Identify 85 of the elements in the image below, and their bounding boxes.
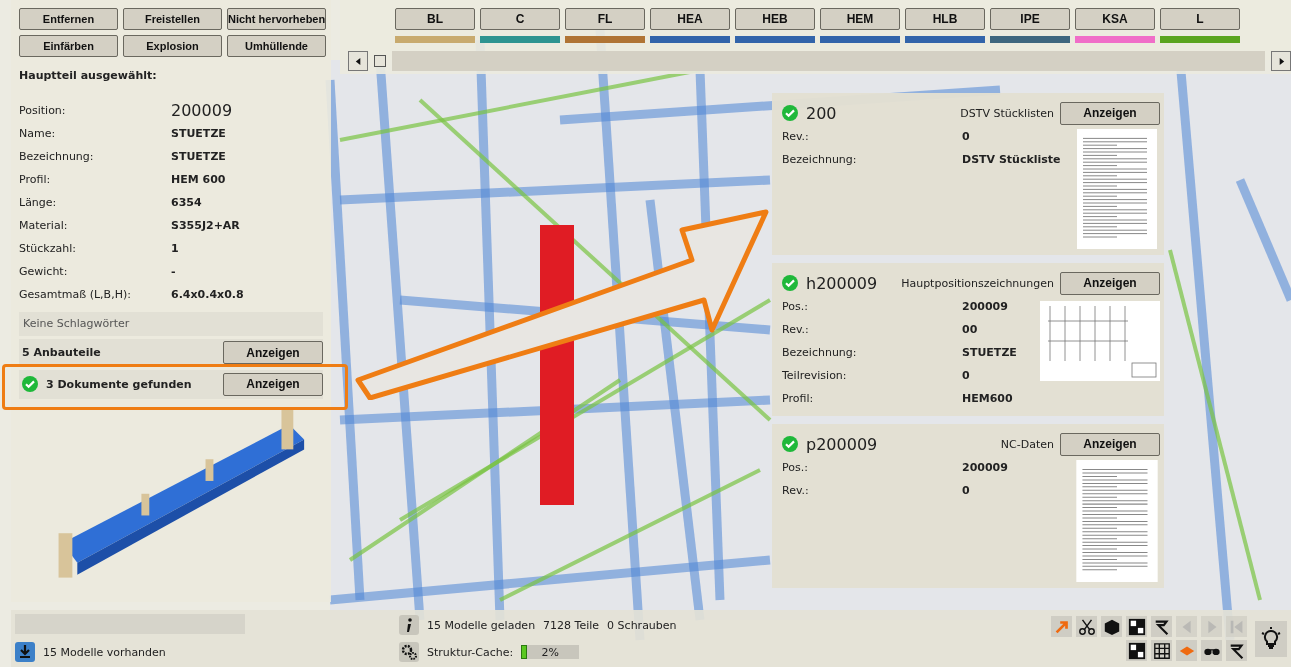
action-button[interactable]: Nicht hervorheben: [227, 8, 326, 30]
field-value: HEM 600: [171, 172, 226, 186]
summary-text: 3 Dokumente gefunden: [46, 377, 193, 391]
profile-button[interactable]: HEB: [735, 8, 815, 30]
field-label: Gesamtmaß (L,B,H):: [19, 287, 132, 301]
field-value: DSTV Stückliste: [962, 153, 1061, 166]
field-label: Position:: [19, 103, 67, 117]
bolts-count-text: 0 Schrauben: [607, 618, 677, 632]
action-button[interactable]: Einfärben: [19, 35, 118, 57]
field-value: STUETZE: [962, 346, 1017, 359]
document-title: 200: [806, 103, 838, 123]
models-available-text: 15 Modelle vorhanden: [43, 645, 166, 659]
profile-button[interactable]: HEM: [820, 8, 900, 30]
field-value: 00: [962, 323, 978, 336]
models-loaded-text: 15 Modelle geladen: [427, 618, 536, 632]
selection-heading: Hauptteil ausgewählt:: [18, 68, 158, 84]
action-button[interactable]: Entfernen: [19, 8, 118, 30]
left-arrow-icon: [353, 56, 363, 66]
summary-text: 5 Anbauteile: [22, 346, 102, 360]
field-label: Gewicht:: [19, 264, 69, 278]
scroll-thumb[interactable]: [374, 55, 386, 67]
scroll-left-button[interactable]: [348, 51, 368, 71]
field-value: 1: [171, 241, 179, 255]
field-value: 6.4x0.4x0.8: [171, 287, 244, 301]
scroll-right-button[interactable]: [1271, 51, 1291, 71]
field-label: Rev.:: [782, 323, 810, 336]
profile-button[interactable]: KSA: [1075, 8, 1155, 30]
field-value: 0: [962, 484, 970, 497]
field-value: 200009: [171, 100, 233, 120]
field-value: -: [171, 264, 176, 278]
document-title: h200009: [806, 273, 879, 293]
keywords-bar: Keine Schlagwörter: [19, 311, 323, 336]
show-button[interactable]: Anzeigen: [1060, 101, 1160, 125]
field-value: 0: [962, 130, 970, 143]
field-value: STUETZE: [171, 149, 226, 163]
action-button[interactable]: Umhüllende: [227, 35, 326, 57]
field-label: Rev.:: [782, 130, 810, 143]
lightbulb-icon[interactable]: [1255, 620, 1287, 657]
field-value: 6354: [171, 195, 202, 209]
grid-tool-icon[interactable]: [1151, 640, 1172, 661]
action-button[interactable]: Freistellen: [123, 8, 222, 30]
action-button[interactable]: Explosion: [123, 35, 222, 57]
field-label: Name:: [19, 126, 57, 140]
download-icon[interactable]: [15, 642, 35, 662]
field-label: Länge:: [19, 195, 58, 209]
profile-button[interactable]: IPE: [990, 8, 1070, 30]
show-button[interactable]: Anzeigen: [1060, 271, 1160, 295]
show-button[interactable]: Anzeigen: [223, 372, 323, 396]
field-label: Bezeichnung:: [19, 149, 95, 163]
field-value: 200009: [962, 300, 1008, 313]
document-category: Hauptpositionszeichnungen: [901, 276, 1054, 290]
glasses-tool-icon[interactable]: [1201, 640, 1222, 661]
field-value: 200009: [962, 461, 1008, 474]
scrollbar-track[interactable]: [392, 51, 1265, 71]
field-label: Bezeichnung:: [782, 153, 858, 166]
profile-button[interactable]: BL: [395, 8, 475, 30]
document-category: DSTV Stücklisten: [960, 106, 1054, 120]
field-value: HEM600: [962, 392, 1013, 405]
info-icon[interactable]: [399, 615, 419, 635]
field-label: Material:: [19, 218, 69, 232]
gears-icon[interactable]: [399, 642, 419, 662]
field-value: 0: [962, 369, 970, 382]
field-value: STUETZE: [171, 126, 226, 140]
profile-button[interactable]: FL: [565, 8, 645, 30]
field-label: Pos.:: [782, 300, 809, 313]
field-label: Stückzahl:: [19, 241, 77, 255]
show-button[interactable]: Anzeigen: [223, 341, 323, 365]
cache-label: Struktur-Cache:: [427, 645, 514, 659]
field-label: Teilrevision:: [782, 369, 848, 382]
profile-button[interactable]: C: [480, 8, 560, 30]
field-label: Pos.:: [782, 461, 809, 474]
profile-button[interactable]: HEA: [650, 8, 730, 30]
field-label: Profil:: [782, 392, 815, 405]
document-title: p200009: [806, 434, 879, 454]
profile-button[interactable]: L: [1160, 8, 1240, 30]
field-label: Profil:: [19, 172, 52, 186]
scissors-tool-icon[interactable]: [1076, 616, 1097, 637]
field-value: S355J2+AR: [171, 218, 240, 232]
document-category: NC-Daten: [1000, 437, 1054, 451]
profile-button[interactable]: HLB: [905, 8, 985, 30]
show-button[interactable]: Anzeigen: [1060, 432, 1160, 456]
progress-reading: 2%: [541, 645, 559, 659]
parts-count-text: 7128 Teile: [543, 618, 600, 632]
field-label: Bezeichnung:: [782, 346, 858, 359]
field-label: Rev.:: [782, 484, 810, 497]
